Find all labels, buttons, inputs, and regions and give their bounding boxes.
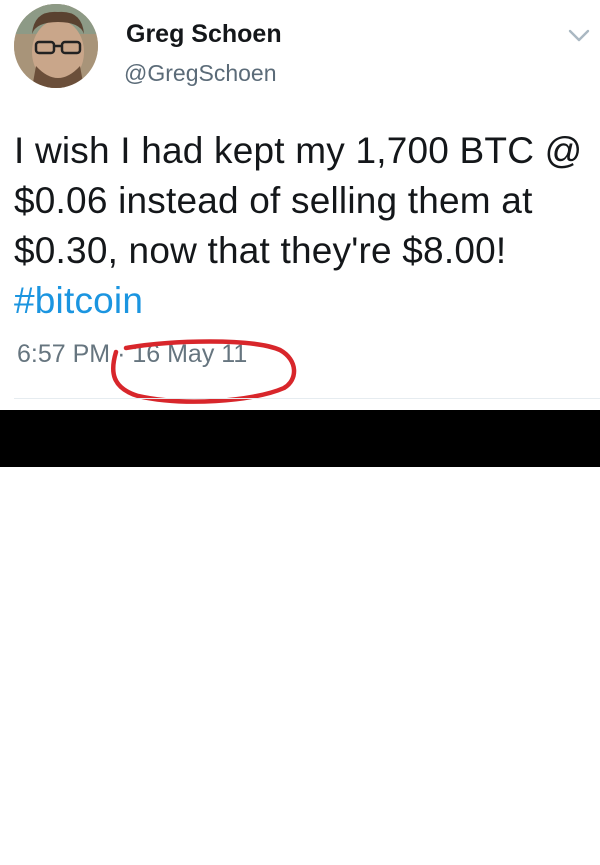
k-gear-logo-icon <box>180 832 210 864</box>
tweet-card: Greg Schoen @GregSchoen I wish I had kep… <box>0 0 600 410</box>
divider <box>14 398 600 399</box>
brand-name: RYPTOMAGAZIN <box>212 833 420 862</box>
brand-logo: RYPTOMAGAZIN <box>179 831 419 865</box>
author-name[interactable]: Greg Schoen <box>126 20 282 49</box>
chevron-down-icon[interactable] <box>566 26 592 46</box>
tweet-time: 6:57 PM <box>17 340 111 368</box>
profile-photo <box>14 4 98 88</box>
brand-banner: RYPTOMAGAZIN <box>0 410 600 864</box>
avatar[interactable] <box>14 4 98 88</box>
hashtag-link[interactable]: #bitcoin <box>14 280 143 321</box>
tweet-text-main: I wish I had kept my 1,700 BTC @ $0.06 i… <box>14 130 583 271</box>
tweet-text: I wish I had kept my 1,700 BTC @ $0.06 i… <box>14 126 599 326</box>
author-handle[interactable]: @GregSchoen <box>124 60 277 87</box>
